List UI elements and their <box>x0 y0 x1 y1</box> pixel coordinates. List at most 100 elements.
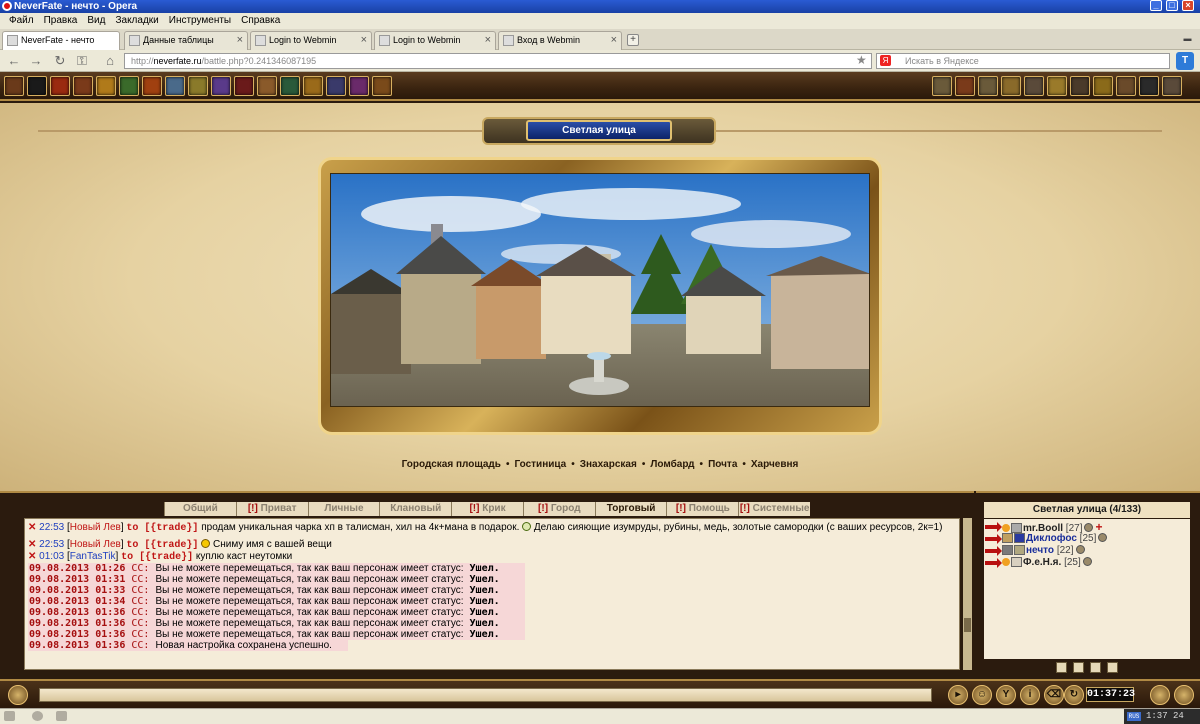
chat-tab-help[interactable]: [!] Помощь <box>666 502 739 516</box>
address-input[interactable]: http://neverfate.ru/battle.php?0.2413460… <box>124 53 872 69</box>
menu-bookmarks[interactable]: Закладки <box>110 13 163 29</box>
chat-settings-icon[interactable] <box>8 685 28 705</box>
chat-tab-clan[interactable]: Клановый <box>379 502 452 516</box>
new-tab-button[interactable]: + <box>627 34 639 46</box>
map-icon[interactable] <box>119 76 139 96</box>
settings-icon[interactable] <box>372 76 392 96</box>
menu-tools[interactable]: Инструменты <box>164 13 236 29</box>
search-input[interactable]: Я Искать в Яндексе <box>876 53 1170 69</box>
message-channel[interactable]: to [{trade}] <box>126 523 198 534</box>
panel-toggle-icon[interactable] <box>4 711 15 721</box>
gold-icon[interactable] <box>1093 76 1113 96</box>
delete-message-icon[interactable]: ✕ <box>28 522 36 533</box>
character-icon[interactable] <box>27 76 47 96</box>
message-channel[interactable]: to [{trade}] <box>126 540 198 551</box>
chat-tab-shout[interactable]: [!] Крик <box>451 502 523 516</box>
message-author[interactable]: Новый Лев <box>70 539 121 550</box>
close-tab-icon[interactable]: × <box>485 32 491 49</box>
maximize-button[interactable]: □ <box>1166 0 1178 11</box>
private-arrow-icon[interactable] <box>985 534 1002 544</box>
menu-view[interactable]: Вид <box>82 13 110 29</box>
chat-tab-general[interactable]: Общий <box>164 502 236 516</box>
user-name[interactable]: Диклофос <box>1026 533 1077 544</box>
tools-icon[interactable] <box>1024 76 1044 96</box>
reload-icon[interactable]: ↻ <box>52 53 68 69</box>
chat-tab-trade[interactable]: Торговый <box>594 502 667 516</box>
home-icon[interactable]: ⌂ <box>102 53 118 69</box>
inventory-icon[interactable] <box>50 76 70 96</box>
tag-icon[interactable]: Y <box>996 685 1016 705</box>
mail-icon[interactable] <box>326 76 346 96</box>
close-tab-icon[interactable]: × <box>611 32 617 49</box>
tab-webmin-1[interactable]: Login to Webmin × <box>250 31 372 50</box>
scrollbar-thumb[interactable] <box>964 618 971 632</box>
group-icon[interactable] <box>1073 662 1084 673</box>
chat-input[interactable] <box>39 688 932 702</box>
toolbar-extension-button[interactable]: T <box>1176 52 1194 70</box>
refresh-icon[interactable]: ↻ <box>1064 685 1084 705</box>
info-icon[interactable] <box>1075 545 1085 554</box>
forge-icon[interactable] <box>1047 76 1067 96</box>
close-tab-icon[interactable]: × <box>237 32 243 49</box>
message-author[interactable]: Новый Лев <box>70 522 121 533</box>
swords-icon[interactable] <box>349 76 369 96</box>
book-icon[interactable] <box>1070 76 1090 96</box>
chat-scrollbar[interactable] <box>963 518 972 670</box>
chat-tab-city[interactable]: [!] Город <box>522 502 595 516</box>
scales-icon[interactable] <box>1107 662 1118 673</box>
sound-icon[interactable] <box>1150 685 1170 705</box>
library-icon[interactable] <box>1116 76 1136 96</box>
battle-icon[interactable] <box>234 76 254 96</box>
private-arrow-icon[interactable] <box>985 522 1002 532</box>
home-game-icon[interactable] <box>932 76 952 96</box>
logout-icon[interactable] <box>1174 685 1194 705</box>
link-hotel[interactable]: Гостиница <box>514 459 566 470</box>
filter-icon[interactable] <box>1056 662 1067 673</box>
chest-icon[interactable] <box>1001 76 1021 96</box>
crafting-icon[interactable] <box>188 76 208 96</box>
minimize-button[interactable]: _ <box>1150 0 1162 11</box>
tab-data-table[interactable]: Данные таблицы × <box>124 31 248 50</box>
smiles-icon[interactable]: ☺ <box>972 685 992 705</box>
info-icon[interactable] <box>1084 523 1094 532</box>
link-city-square[interactable]: Городская площадь <box>402 459 501 470</box>
language-indicator[interactable]: RUS <box>1127 712 1141 721</box>
friends-icon[interactable] <box>280 76 300 96</box>
trade-icon[interactable] <box>303 76 323 96</box>
private-arrow-icon[interactable] <box>985 558 1002 568</box>
menu-edit[interactable]: Правка <box>39 13 83 29</box>
help-icon[interactable] <box>1139 76 1159 96</box>
menu-file[interactable]: Файл <box>4 13 39 29</box>
bow-icon[interactable] <box>1090 662 1101 673</box>
message-time[interactable]: 22:53 <box>39 539 64 550</box>
menu-icon[interactable] <box>4 76 24 96</box>
link-pawnshop[interactable]: Ломбард <box>650 459 694 470</box>
clan-icon[interactable] <box>257 76 277 96</box>
quests-icon[interactable] <box>142 76 162 96</box>
user-name[interactable]: Ф.е.Н.я. <box>1023 557 1061 568</box>
chat-tab-private[interactable]: [!] Приват <box>235 502 308 516</box>
message-time[interactable]: 01:03 <box>39 551 64 562</box>
bookmark-star-icon[interactable]: ★ <box>856 53 867 67</box>
user-name[interactable]: нечто <box>1026 545 1054 556</box>
magic-icon[interactable] <box>211 76 231 96</box>
private-arrow-icon[interactable] <box>985 546 1002 556</box>
clear-icon[interactable]: ⌫ <box>1044 685 1064 705</box>
cloud-icon[interactable] <box>32 711 43 721</box>
message-channel[interactable]: to [{trade}] <box>121 552 193 563</box>
close-tab-icon[interactable]: × <box>361 32 367 49</box>
info-icon[interactable] <box>1098 533 1108 542</box>
tab-neverfate[interactable]: NeverFate - нечто <box>2 31 120 50</box>
send-icon[interactable]: ▸ <box>948 685 968 705</box>
info-icon[interactable] <box>1082 557 1092 566</box>
chat-tab-system[interactable]: [!] Системные <box>738 502 811 516</box>
close-window-button[interactable]: × <box>1182 0 1194 11</box>
link-healer[interactable]: Знахарская <box>580 459 637 470</box>
message-time[interactable]: 22:53 <box>39 522 64 533</box>
bag-icon[interactable] <box>955 76 975 96</box>
link-tavern[interactable]: Харчевня <box>751 459 798 470</box>
chat-tab-personal[interactable]: Личные <box>307 502 380 516</box>
tab-webmin-2[interactable]: Login to Webmin × <box>374 31 496 50</box>
link-post[interactable]: Почта <box>708 459 737 470</box>
skills-icon[interactable] <box>73 76 93 96</box>
